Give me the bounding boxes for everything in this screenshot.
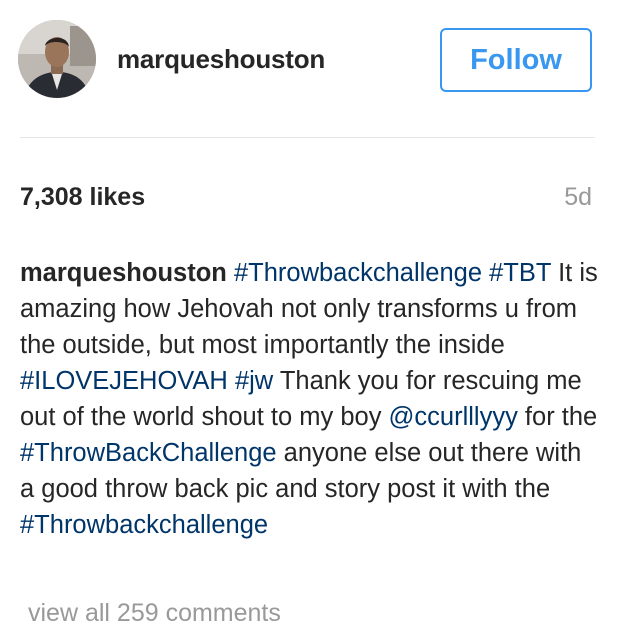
username[interactable]: marqueshouston xyxy=(117,42,325,76)
post-caption: marqueshouston #Throwbackchallenge #TBT … xyxy=(20,255,600,543)
hashtag-link[interactable]: #TBT xyxy=(489,259,551,287)
post-timestamp: 5d xyxy=(564,183,592,211)
hashtag-link[interactable]: #Throwbackchallenge xyxy=(234,259,482,287)
divider xyxy=(20,137,595,138)
avatar-photo xyxy=(18,20,96,98)
mention-link[interactable]: @ccurlllyyy xyxy=(389,403,518,431)
caption-text: for the xyxy=(517,403,598,431)
hashtag-link[interactable]: #jw xyxy=(235,367,273,395)
hashtag-link[interactable]: #ILOVEJEHOVAH xyxy=(20,367,228,395)
follow-button[interactable]: Follow xyxy=(440,28,592,92)
hashtag-link[interactable]: #Throwbackchallenge xyxy=(20,511,268,539)
view-all-comments-link[interactable]: view all 259 comments xyxy=(28,596,281,630)
likes-count[interactable]: 7,308 likes xyxy=(20,181,145,213)
caption-author[interactable]: marqueshouston xyxy=(20,259,227,287)
avatar[interactable] xyxy=(18,20,96,98)
post-header: marqueshouston Follow xyxy=(0,0,620,138)
hashtag-link[interactable]: #ThrowBackChallenge xyxy=(20,439,277,467)
